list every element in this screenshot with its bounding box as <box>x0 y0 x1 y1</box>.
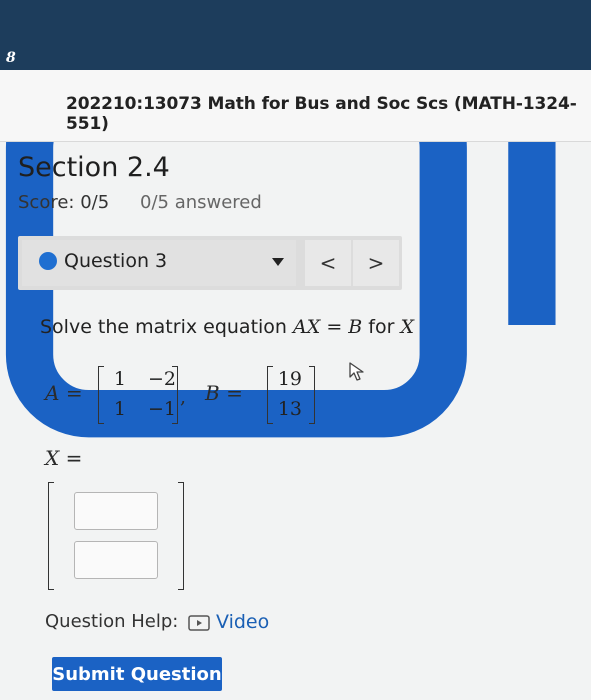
score-text: Score: 0/5 <box>18 192 110 213</box>
app-logo[interactable]: 8 <box>6 50 20 66</box>
submit-question-button[interactable]: Submit Question <box>52 657 222 691</box>
problem-prompt: Solve the matrix equation AX = B for X <box>40 316 414 338</box>
answer-label: X = <box>45 446 82 470</box>
caret-down-icon[interactable] <box>272 258 284 266</box>
answer-input-row-2[interactable] <box>74 541 158 579</box>
prompt-variable: X <box>400 316 414 338</box>
matrix-a-cell: −1 <box>147 398 176 420</box>
matrix-a-cell: −2 <box>147 368 176 390</box>
matrix-b-cell: 19 <box>277 368 302 390</box>
matrix-a-label: A = <box>45 381 83 405</box>
section-title: Section 2.4 <box>18 152 170 183</box>
matrix-a-cell: 1 <box>113 398 126 420</box>
chevron-right-icon: > <box>367 251 385 275</box>
course-title: 202210:13073 Math for Bus and Soc Scs (M… <box>66 94 577 134</box>
top-header-bar: 8 <box>0 0 591 70</box>
answer-equals: = <box>65 446 83 470</box>
matrix-separator: , <box>180 386 187 408</box>
prompt-for: for <box>368 316 395 338</box>
answer-left-bracket <box>48 482 54 590</box>
matrix-b-name: B <box>205 381 220 405</box>
video-play-icon[interactable] <box>188 615 210 631</box>
matrix-a-name: A <box>45 381 60 405</box>
question-select-label: Question 3 <box>64 250 168 272</box>
chevron-left-icon: < <box>319 251 337 275</box>
equation-rhs: B <box>348 316 363 338</box>
matrix-b-label: B = <box>205 381 243 405</box>
question-help-label: Question Help: <box>45 611 179 632</box>
answer-input-row-1[interactable] <box>74 492 158 530</box>
matrix-b-equals: = <box>226 381 243 405</box>
matrix-b-right-bracket <box>309 366 315 424</box>
question-status-dot-icon <box>39 252 57 270</box>
mouse-pointer-icon <box>349 362 364 381</box>
answer-right-bracket <box>178 482 184 590</box>
previous-question-button[interactable]: < <box>305 240 351 286</box>
matrix-a-cell: 1 <box>113 368 126 390</box>
matrix-a-right-bracket <box>172 366 178 424</box>
next-question-button[interactable]: > <box>353 240 399 286</box>
matrix-a-equals: = <box>65 381 83 405</box>
equation-equals: = <box>326 316 343 338</box>
prompt-text: Solve the matrix equation <box>40 316 287 338</box>
equation-lhs: AX <box>293 316 321 338</box>
answered-count: 0/5 answered <box>140 192 262 213</box>
answer-variable: X <box>45 446 60 470</box>
matrix-b-cell: 13 <box>277 398 302 420</box>
video-link[interactable]: Video <box>216 611 269 633</box>
